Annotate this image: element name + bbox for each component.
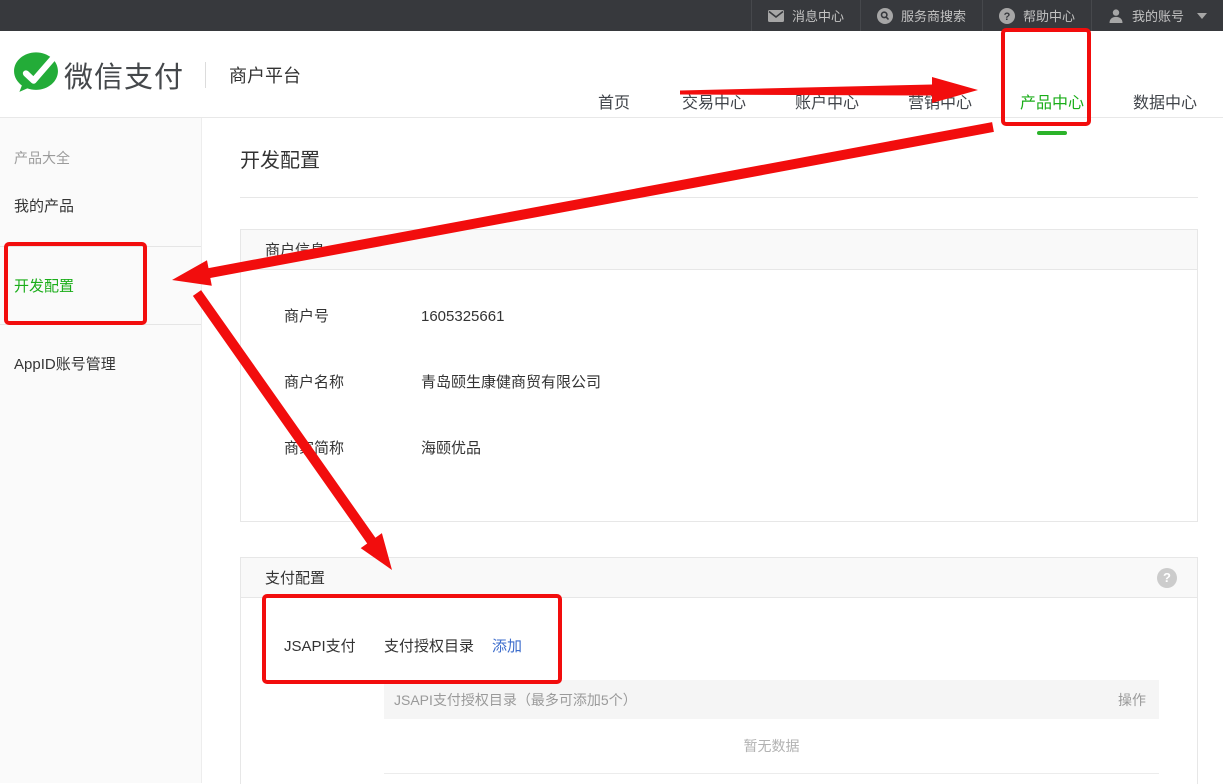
merchant-shortname-value: 海颐优品 [421, 438, 481, 459]
merchant-shortname-label: 商家简称 [284, 438, 421, 459]
nav-account-center[interactable]: 账户中心 [795, 93, 859, 114]
sidebar-nav: 我的产品 开发配置 AppID账号管理 [0, 167, 201, 404]
page-body: 产品大全 我的产品 开发配置 AppID账号管理 开发配置 商户信息 商户号 1… [0, 118, 1223, 783]
auth-directory-table-header: JSAPI支付授权目录（最多可添加5个） 操作 [384, 680, 1159, 719]
search-icon [877, 8, 893, 24]
service-provider-search-label: 服务商搜索 [901, 6, 966, 25]
action-column-header: 操作 [1118, 690, 1146, 710]
main-content: 开发配置 商户信息 商户号 1605325661 商户名称 青岛颐生康健商贸有限… [202, 118, 1223, 783]
user-icon [1108, 8, 1124, 24]
nav-trade-center[interactable]: 交易中心 [682, 93, 746, 114]
empty-data-row: 暂无数据 [384, 719, 1159, 774]
my-account-label: 我的账号 [1132, 6, 1184, 25]
brand-name: 微信支付 [64, 54, 184, 96]
sidebar-item-appid-manage[interactable]: AppID账号管理 [0, 325, 201, 404]
payment-config-card-header: 支付配置 ? [241, 558, 1197, 598]
merchant-id-value: 1605325661 [421, 306, 504, 327]
add-directory-link[interactable]: 添加 [492, 636, 522, 657]
directory-column-header: JSAPI支付授权目录（最多可添加5个） [394, 690, 637, 710]
merchant-info-card-header: 商户信息 [241, 230, 1197, 270]
merchant-info-body: 商户号 1605325661 商户名称 青岛颐生康健商贸有限公司 商家简称 海颐… [241, 270, 1197, 521]
help-tooltip-icon[interactable]: ? [1157, 568, 1177, 588]
merchant-shortname-row: 商家简称 海颐优品 [284, 438, 1197, 459]
help-icon: ? [999, 8, 1015, 24]
help-center-link[interactable]: ? 帮助中心 [982, 0, 1091, 31]
nav-product-center[interactable]: 产品中心 [1020, 93, 1084, 114]
merchant-id-row: 商户号 1605325661 [284, 306, 1197, 327]
auth-directory-table: JSAPI支付授权目录（最多可添加5个） 操作 暂无数据 [384, 680, 1159, 774]
message-center-link[interactable]: 消息中心 [751, 0, 860, 31]
message-center-label: 消息中心 [792, 6, 844, 25]
payment-config-body: JSAPI支付 支付授权目录 添加 JSAPI支付授权目录（最多可添加5个） 操… [241, 598, 1197, 784]
nav-home[interactable]: 首页 [598, 93, 630, 114]
help-center-label: 帮助中心 [1023, 6, 1075, 25]
service-provider-search-link[interactable]: 服务商搜索 [860, 0, 982, 31]
payment-config-card: 支付配置 ? JSAPI支付 支付授权目录 添加 JSAPI支付授权目录（最多可… [240, 557, 1198, 784]
sidebar-item-my-products[interactable]: 我的产品 [0, 167, 201, 246]
brand-home-link[interactable]: 微信支付 商户平台 [13, 51, 301, 98]
sidebar: 产品大全 我的产品 开发配置 AppID账号管理 [0, 118, 202, 783]
portal-name: 商户平台 [229, 62, 301, 88]
merchant-name-label: 商户名称 [284, 372, 421, 393]
payment-config-title: 支付配置 [265, 567, 325, 588]
chevron-down-icon [1197, 13, 1207, 19]
auth-directory-label: 支付授权目录 [384, 636, 474, 657]
merchant-info-card: 商户信息 商户号 1605325661 商户名称 青岛颐生康健商贸有限公司 商家… [240, 229, 1198, 522]
top-utility-bar: 消息中心 服务商搜索 ? 帮助中心 我的账号 [0, 0, 1223, 31]
brand-divider [205, 62, 206, 88]
wechat-pay-logo-icon [13, 51, 59, 98]
merchant-id-label: 商户号 [284, 306, 421, 327]
jsapi-pay-label: JSAPI支付 [284, 636, 384, 657]
my-account-menu[interactable]: 我的账号 [1091, 0, 1223, 31]
merchant-name-row: 商户名称 青岛颐生康健商贸有限公司 [284, 372, 1197, 393]
page-title: 开发配置 [240, 150, 1223, 172]
jsapi-pay-row: JSAPI支付 支付授权目录 添加 [284, 636, 1197, 657]
nav-marketing-center[interactable]: 营销中心 [908, 93, 972, 114]
svg-text:?: ? [1004, 11, 1011, 23]
merchant-name-value: 青岛颐生康健商贸有限公司 [421, 372, 601, 393]
sidebar-section-title: 产品大全 [0, 118, 201, 167]
mail-icon [768, 10, 784, 22]
sidebar-item-dev-config[interactable]: 开发配置 [0, 246, 201, 325]
nav-data-center[interactable]: 数据中心 [1133, 93, 1197, 114]
main-header: 微信支付 商户平台 首页 交易中心 账户中心 营销中心 产品中心 数据中心 [0, 31, 1223, 118]
title-divider [240, 197, 1198, 198]
merchant-info-title: 商户信息 [265, 239, 325, 260]
